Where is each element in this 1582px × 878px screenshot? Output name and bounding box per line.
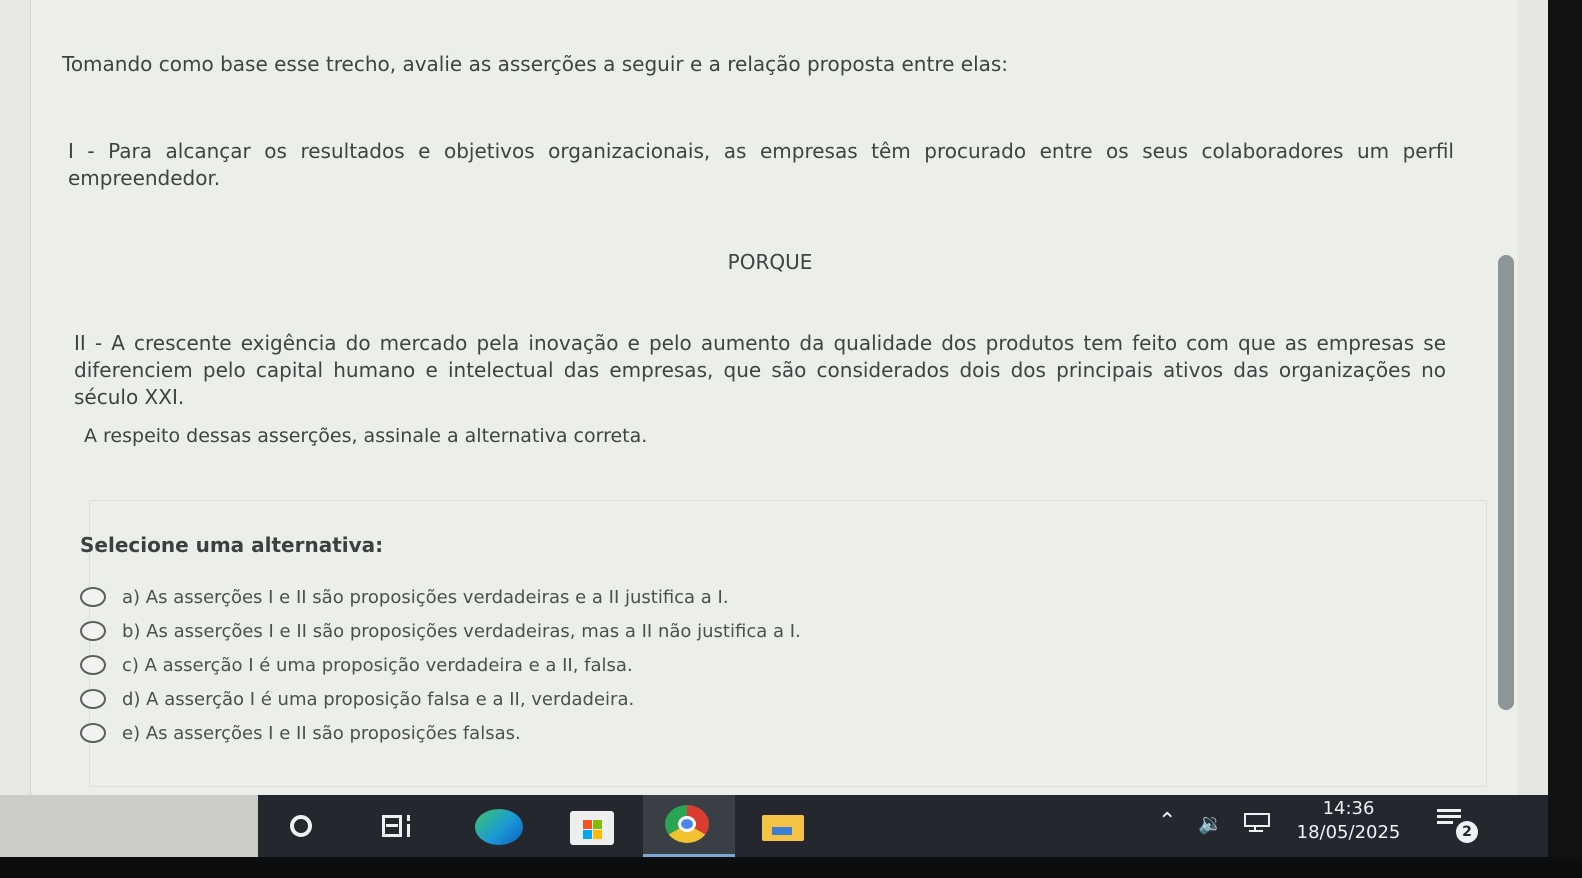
- option-label: a) As asserções I e II são proposições v…: [122, 586, 729, 608]
- taskbar: ⌃ 🔉 14:36 18/05/2025 2: [0, 795, 1548, 857]
- option-label: b) As asserções I e II são proposições v…: [122, 620, 801, 642]
- option-label: c) A asserção I é uma proposição verdade…: [122, 654, 633, 676]
- network-icon[interactable]: [1244, 813, 1274, 832]
- monitor-bezel-bottom: [0, 857, 1582, 878]
- taskbar-search-area[interactable]: [0, 795, 258, 857]
- file-explorer-icon[interactable]: [762, 815, 804, 841]
- scrollbar-track[interactable]: [1518, 0, 1546, 795]
- assertion-two: II - A crescente exigência do mercado pe…: [74, 331, 1446, 409]
- clock-time: 14:36: [1322, 798, 1375, 819]
- chevron-up-icon[interactable]: ⌃: [1158, 809, 1176, 834]
- radio-button[interactable]: [80, 689, 106, 709]
- option-b[interactable]: b) As asserções I e II são proposições v…: [80, 614, 801, 648]
- monitor-bezel-right: [1548, 0, 1582, 878]
- cortana-icon[interactable]: [290, 815, 312, 837]
- answer-options: a) As asserções I e II são proposições v…: [80, 580, 801, 750]
- option-a[interactable]: a) As asserções I e II são proposições v…: [80, 580, 801, 614]
- notification-count-badge: 2: [1456, 821, 1478, 843]
- speaker-icon[interactable]: 🔉: [1198, 811, 1223, 835]
- scrollbar-thumb[interactable]: [1498, 255, 1514, 710]
- store-icon[interactable]: [570, 811, 614, 845]
- select-heading: Selecione uma alternativa:: [80, 533, 384, 557]
- option-label: d) A asserção I é uma proposição falsa e…: [122, 688, 635, 710]
- connector-porque: PORQUE: [727, 250, 813, 274]
- clock-date: 18/05/2025: [1296, 822, 1401, 843]
- option-label: e) As asserções I e II são proposições f…: [122, 722, 521, 744]
- question-intro: Tomando como base esse trecho, avalie as…: [62, 52, 1009, 76]
- edge-icon[interactable]: [475, 809, 523, 845]
- assertion-one: I - Para alcançar os resultados e objeti…: [68, 139, 1454, 190]
- chrome-icon: [665, 805, 709, 843]
- radio-button[interactable]: [80, 723, 106, 743]
- radio-button[interactable]: [80, 655, 106, 675]
- chrome-taskbar-button[interactable]: [643, 795, 735, 857]
- option-d[interactable]: d) A asserção I é uma proposição falsa e…: [80, 682, 801, 716]
- option-e[interactable]: e) As asserções I e II são proposições f…: [80, 716, 801, 750]
- system-clock[interactable]: 14:36 18/05/2025: [1286, 797, 1411, 845]
- option-c[interactable]: c) A asserção I é uma proposição verdade…: [80, 648, 801, 682]
- radio-button[interactable]: [80, 621, 106, 641]
- question-prompt: A respeito dessas asserções, assinale a …: [84, 425, 648, 447]
- browser-viewport: Tomando como base esse trecho, avalie as…: [0, 0, 1550, 800]
- radio-button[interactable]: [80, 587, 106, 607]
- task-view-icon[interactable]: [382, 815, 414, 839]
